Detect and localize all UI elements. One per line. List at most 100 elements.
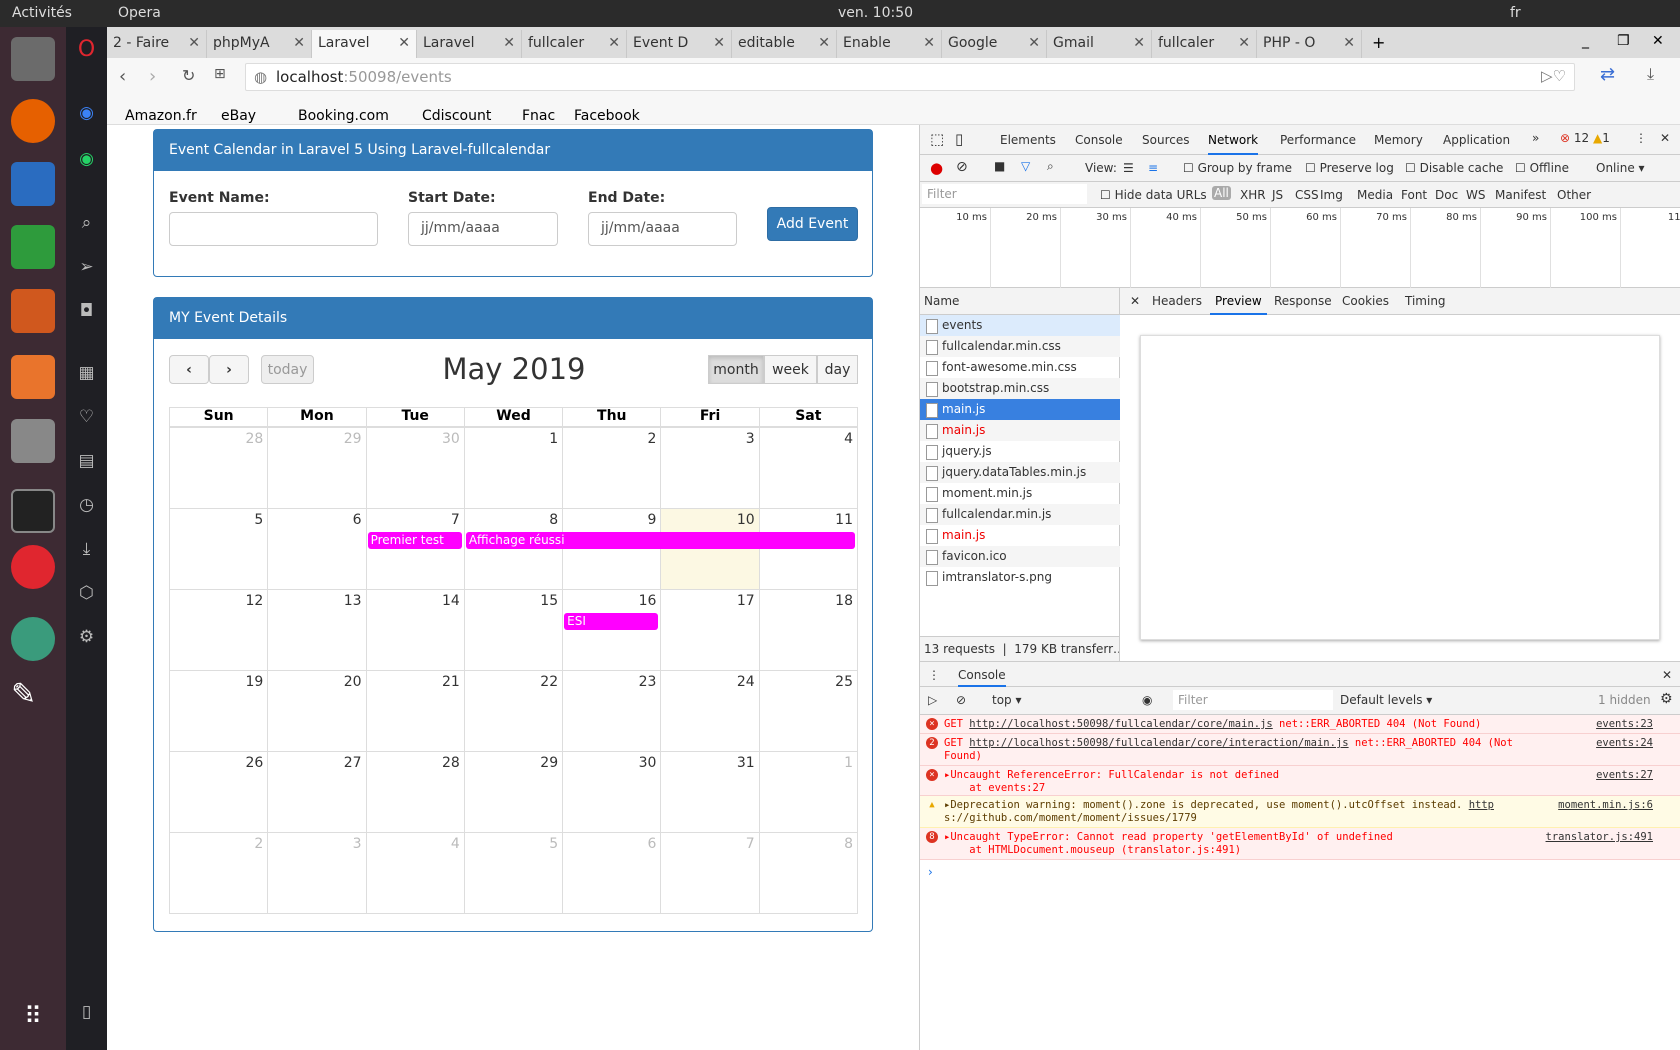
messenger-icon[interactable]: ◉ — [66, 103, 107, 123]
hide-data-urls-checkbox[interactable]: ☐ Hide data URLs — [1100, 188, 1207, 202]
sidebar-toggle-icon[interactable]: ▯ — [66, 1002, 107, 1022]
message-source-link[interactable]: events:24 — [1596, 737, 1653, 750]
console-tab[interactable]: Console — [958, 668, 1006, 687]
clear-icon[interactable]: ⊘ — [956, 159, 968, 175]
day-cell[interactable]: 7 — [365, 508, 465, 590]
type-filter-xhr[interactable]: XHR — [1240, 188, 1266, 202]
activities-button[interactable]: Activités — [12, 5, 72, 21]
live-expression-icon[interactable]: ◉ — [1142, 693, 1152, 707]
devtools-tab-sources[interactable]: Sources — [1142, 133, 1189, 147]
browser-tab[interactable]: editable ✕ — [732, 30, 837, 58]
name-column-header[interactable]: Name — [920, 288, 1120, 315]
devtools-tab-console[interactable]: Console — [1075, 133, 1123, 147]
day-cell[interactable]: 30 — [562, 751, 662, 833]
message-link[interactable]: http://localhost:50098/fullcalendar/core… — [969, 737, 1348, 749]
device-toolbar-icon[interactable]: ▯ — [955, 130, 963, 148]
devtools-tab-elements[interactable]: Elements — [1000, 133, 1056, 147]
app-menu[interactable]: Opera — [118, 5, 161, 21]
settings-tools-icon[interactable] — [11, 419, 55, 463]
view-month-button[interactable]: month — [708, 355, 764, 384]
request-row[interactable]: events — [920, 315, 1120, 336]
tab-close-icon[interactable]: ✕ — [1133, 35, 1145, 51]
day-cell[interactable]: 21 — [365, 670, 465, 752]
files-icon[interactable] — [11, 37, 55, 81]
day-cell[interactable]: 14 — [365, 589, 465, 671]
end-date-input[interactable]: jj/mm/aaaa — [588, 212, 737, 246]
view-day-button[interactable]: day — [817, 355, 858, 384]
writer-icon[interactable] — [11, 162, 55, 206]
message-link[interactable]: http://localhost:50098/fullcalendar/core… — [969, 718, 1272, 730]
network-filter-input[interactable]: Filter — [922, 184, 1087, 204]
translate-icon[interactable]: ⇄ — [1600, 64, 1615, 85]
tab-close-icon[interactable]: ✕ — [923, 35, 935, 51]
browser-tab[interactable]: fullcaler ✕ — [522, 30, 627, 58]
type-filter-other[interactable]: Other — [1557, 188, 1591, 202]
day-cell[interactable]: 10 — [660, 508, 760, 590]
type-filter-all[interactable]: All — [1212, 186, 1231, 200]
request-row[interactable]: jquery.js — [920, 441, 1120, 462]
browser-tab[interactable]: Laravel ✕ — [417, 30, 522, 58]
console-prompt-icon[interactable]: › — [928, 865, 933, 879]
close-drawer-icon[interactable]: ✕ — [1662, 668, 1672, 682]
add-event-button[interactable]: Add Event — [767, 207, 858, 241]
levels-select[interactable]: Default levels ▾ — [1340, 693, 1432, 707]
paint-brush-icon[interactable]: ✎ — [11, 677, 55, 721]
day-cell[interactable]: 5 — [463, 832, 564, 914]
request-row[interactable]: main.js — [920, 420, 1120, 441]
tab-close-icon[interactable]: ✕ — [608, 35, 620, 51]
day-cell[interactable]: 26 — [169, 751, 269, 833]
whatsapp-icon[interactable]: ◉ — [66, 149, 107, 169]
offline-checkbox[interactable]: ☐ Offline — [1515, 161, 1569, 175]
day-cell[interactable]: 20 — [267, 670, 367, 752]
request-row[interactable]: jquery.dataTables.min.js — [920, 462, 1120, 483]
day-cell[interactable]: 8 — [463, 508, 564, 590]
tabs-grid-icon[interactable]: ⊞ — [214, 66, 226, 82]
opera-logo-icon[interactable]: O — [66, 37, 107, 62]
request-row[interactable]: main.js — [920, 399, 1120, 420]
search-icon[interactable]: ⌕ — [66, 213, 107, 233]
day-cell[interactable]: 17 — [660, 589, 760, 671]
day-cell[interactable]: 6 — [267, 508, 367, 590]
type-filter-css[interactable]: CSS — [1295, 188, 1319, 202]
clock[interactable]: ven. 10:50 — [838, 5, 913, 21]
url-input[interactable]: ◍ localhost:50098/events ▷♡ — [245, 63, 1575, 91]
settings-icon[interactable]: ⚙ — [66, 627, 107, 647]
speed-dial-icon[interactable]: ▦ — [66, 363, 107, 383]
type-filter-img[interactable]: Img — [1320, 188, 1343, 202]
downloads-icon[interactable]: ⤓ — [1647, 64, 1654, 84]
camera-icon[interactable]: ■ — [994, 159, 1005, 173]
day-cell[interactable]: 27 — [267, 751, 367, 833]
browser-tab[interactable]: Laravel ✕ — [312, 30, 417, 58]
event-name-input[interactable] — [169, 212, 378, 246]
detail-tab-preview[interactable]: Preview — [1210, 294, 1267, 315]
type-filter-font[interactable]: Font — [1401, 188, 1427, 202]
day-cell[interactable]: 28 — [365, 751, 465, 833]
day-cell[interactable]: 2 — [169, 832, 269, 914]
more-tabs-icon[interactable]: » — [1532, 131, 1539, 145]
request-row[interactable]: font-awesome.min.css — [920, 357, 1120, 378]
error-count[interactable]: ⊗ 12 ▲1 — [1560, 131, 1610, 145]
calendar-event[interactable]: Premier test — [367, 532, 462, 549]
tab-close-icon[interactable]: ✕ — [818, 35, 830, 51]
day-cell[interactable]: 31 — [660, 751, 760, 833]
calendar-event[interactable]: ESI — [564, 613, 659, 630]
day-cell[interactable]: 18 — [758, 589, 858, 671]
tab-close-icon[interactable]: ✕ — [293, 35, 305, 51]
day-cell[interactable]: 3 — [267, 832, 367, 914]
extensions-icon[interactable]: ⬡ — [66, 583, 107, 603]
devtools-tab-network[interactable]: Network — [1208, 133, 1259, 155]
day-cell[interactable]: 9 — [562, 508, 662, 590]
menu-icon[interactable]: ⋮ — [1635, 131, 1647, 145]
devtools-tab-memory[interactable]: Memory — [1374, 133, 1423, 147]
minimize-icon[interactable]: _ — [1582, 33, 1589, 49]
opera-icon[interactable] — [11, 545, 55, 589]
list-view-icon[interactable]: ☰ — [1123, 161, 1134, 175]
day-cell[interactable]: 5 — [169, 508, 269, 590]
waterfall-view-icon[interactable]: ≡ — [1148, 161, 1158, 175]
calendar-event[interactable]: Affichage réussi — [465, 532, 855, 549]
back-icon[interactable]: ‹ — [119, 66, 126, 87]
message-link[interactable]: http — [1469, 799, 1494, 811]
group-by-frame-checkbox[interactable]: ☐ Group by frame — [1183, 161, 1292, 175]
message-source-link[interactable]: moment.min.js:6 — [1558, 799, 1653, 812]
start-date-input[interactable]: jj/mm/aaaa — [408, 212, 558, 246]
